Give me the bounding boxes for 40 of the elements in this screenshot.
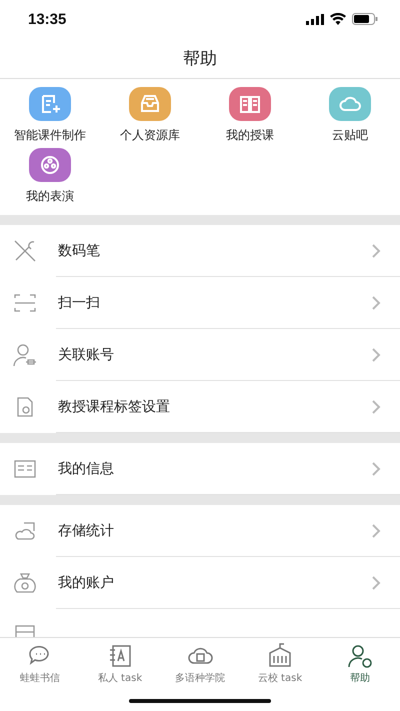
tab-item[interactable]: 云校 task bbox=[240, 638, 320, 685]
shortcut-label: 云贴吧 bbox=[332, 127, 368, 144]
menu-item-label[interactable]: 存储统计 bbox=[58, 522, 370, 540]
chevron-right-icon bbox=[370, 461, 382, 477]
shortcut-label: 我的授课 bbox=[226, 127, 274, 144]
user-icon bbox=[347, 643, 373, 669]
chevron-right-icon bbox=[370, 295, 382, 311]
menu-item-label[interactable]: 数码笔 bbox=[58, 242, 370, 260]
menu-item-label[interactable]: 扫一扫 bbox=[58, 294, 370, 312]
notebook-icon bbox=[107, 643, 133, 669]
tab-item[interactable]: 多语种学院 bbox=[160, 638, 240, 685]
shortcut-label: 我的表演 bbox=[26, 188, 74, 205]
menu-item-label[interactable]: 关联账号 bbox=[58, 346, 370, 364]
school-building-icon bbox=[267, 643, 293, 669]
menu-item-label[interactable]: 教授课程标签设置 bbox=[58, 398, 370, 416]
film-reel-icon bbox=[38, 153, 62, 177]
shortcut-button[interactable] bbox=[129, 87, 171, 121]
tab-item[interactable]: 帮助 bbox=[320, 638, 400, 685]
user-link-icon bbox=[12, 342, 38, 368]
chevron-right-icon bbox=[370, 243, 382, 259]
shortcut-button[interactable] bbox=[29, 148, 71, 182]
chevron-right-icon bbox=[370, 575, 382, 591]
shortcut-button[interactable] bbox=[329, 87, 371, 121]
signal-icon bbox=[306, 14, 324, 24]
tools-icon bbox=[12, 238, 38, 264]
shortcut-button[interactable] bbox=[29, 87, 71, 121]
page-title: 帮助 bbox=[183, 48, 217, 70]
chevron-right-icon bbox=[370, 347, 382, 363]
tab-item[interactable]: 私人 task bbox=[80, 638, 160, 685]
chevron-right-icon bbox=[370, 523, 382, 539]
tab-item[interactable]: 蛙蛙书信 bbox=[0, 638, 80, 685]
menu-item-label[interactable]: 我的账户 bbox=[58, 574, 370, 592]
menu-item-label[interactable]: 我的信息 bbox=[58, 460, 370, 478]
chevron-right-icon bbox=[370, 399, 382, 415]
shortcut-label: 个人资源库 bbox=[120, 127, 180, 144]
shortcut-button[interactable] bbox=[229, 87, 271, 121]
wifi-icon bbox=[330, 13, 346, 25]
battery-icon bbox=[352, 13, 378, 25]
status-time: 13:35 bbox=[28, 10, 66, 28]
shortcut-label: 智能课件制作 bbox=[14, 127, 86, 144]
